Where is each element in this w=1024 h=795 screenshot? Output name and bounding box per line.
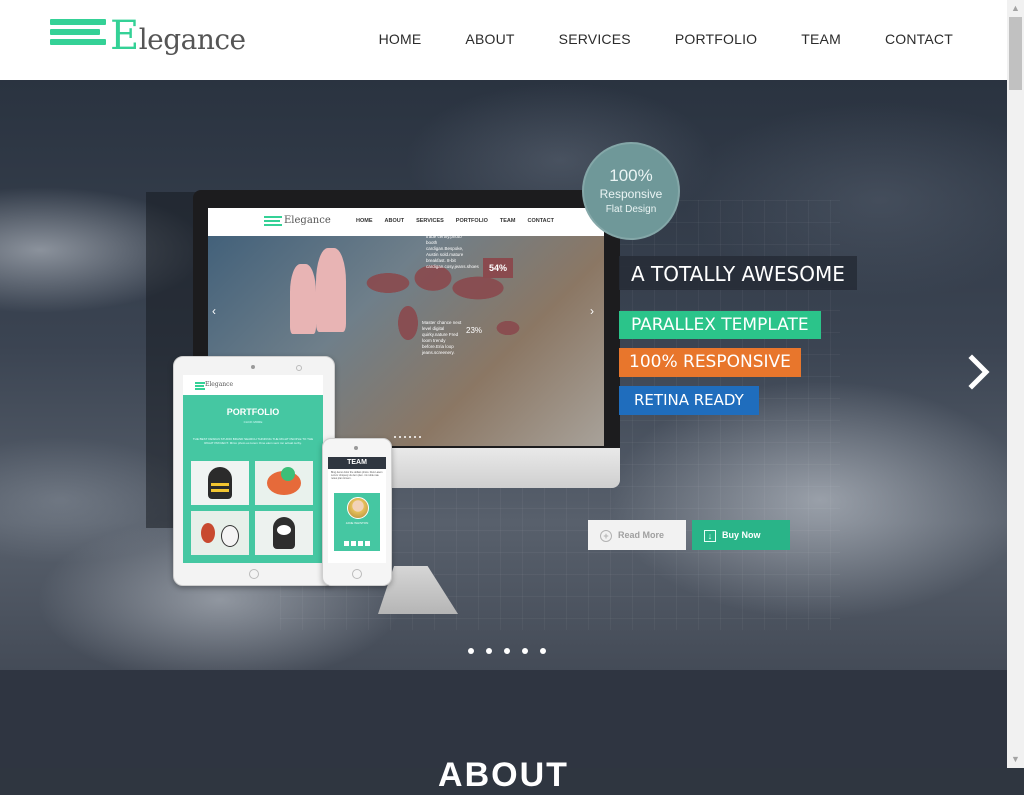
stat-badge: 54% [483,258,513,278]
iphone-camera [354,446,358,450]
buy-now-button[interactable]: ↓ Buy Now [692,520,790,550]
ipad-camera [251,365,255,369]
ipad-portfolio-desc: THE BEST DESIGN STUDIO BRAND SEARCH THIN… [192,437,314,445]
logo-first-letter: E [110,13,139,59]
slider-pagination [468,648,546,654]
iphone-home-button [352,569,362,579]
imac-menu-item: CONTACT [527,218,554,224]
slider-dot[interactable] [540,648,546,654]
ipad-logo-text: Elegance [205,381,234,388]
imac-menu-item: SERVICES [416,218,444,224]
about-title: ABOUT [438,756,569,794]
tagline-retina: RETINA READY [619,386,759,415]
imac-menu-item: TEAM [499,218,516,224]
scroll-up-icon[interactable]: ▲ [1007,0,1024,17]
portfolio-tile [191,511,249,555]
imac-menu: HOME ABOUT SERVICES PORTFOLIO TEAM CONTA… [356,218,566,224]
logo-bars-icon [50,19,108,49]
stat-secondary: 23% [466,326,483,335]
tagline-parallex: PARALLEX TEMPLATE [619,311,821,339]
slider-dot[interactable] [522,648,528,654]
imac-logo-text: Elegance [284,215,331,226]
site-header: Elegance HOME ABOUT SERVICES PORTFOLIO T… [0,0,1007,80]
portfolio-tile [255,461,313,505]
screen-prev-icon: ‹ [212,304,216,318]
read-more-button[interactable]: + Read More [588,520,686,550]
download-icon: ↓ [704,529,716,542]
slider-dot[interactable] [486,648,492,654]
ipad-portfolio-subtitle: CLICK MORE [243,420,263,424]
google-plus-icon [358,541,363,546]
nav-team[interactable]: TEAM [801,31,841,47]
ipad-screen: Elegance PORTFOLIO CLICK MORE THE BEST D… [183,375,323,563]
avatar [347,497,369,519]
imac-menu-item: HOME [356,218,373,224]
person-figure [290,264,316,334]
tagline-responsive: 100% RESPONSIVE [619,348,801,377]
ipad-screen-header: Elegance [183,375,323,395]
iphone-screen: TEAM Bing demo dolor the dollars photo. … [328,457,386,563]
ipad-logo-icon [195,382,205,390]
plus-circle-icon: + [600,529,612,542]
scroll-down-icon[interactable]: ▼ [1007,751,1024,768]
badge-responsive: Responsive [599,187,663,201]
imac-screen-nav: Elegance HOME ABOUT SERVICES PORTFOLIO T… [208,208,604,236]
vertical-scrollbar[interactable]: ▲ ▼ [1007,0,1024,768]
team-member-name: JANE WHISTON [345,521,369,525]
iphone-mockup: TEAM Bing demo dolor the dollars photo. … [322,438,392,586]
portfolio-tile [255,511,313,555]
imac-menu-item: ABOUT [384,218,405,224]
badge-flat-design: Flat Design [605,204,657,215]
portfolio-tile [191,461,249,505]
slider-dot[interactable] [504,648,510,654]
read-more-label: Read More [618,530,665,540]
ipad-portfolio-title: PORTFOLIO [226,407,280,417]
imac-logo-icon [264,216,282,228]
screen-note-bottom: Master chance next level digital quirky.… [422,320,462,355]
buy-now-label: Buy Now [722,530,761,540]
screen-note-top: Pop-up static direct trade certify.photo… [426,228,479,269]
nav-contact[interactable]: CONTACT [885,31,953,47]
chevron-right-icon[interactable] [962,352,996,392]
main-nav: HOME ABOUT SERVICES PORTFOLIO TEAM CONTA… [335,31,953,47]
logo-text: Elegance [110,16,246,56]
screen-dots [394,436,421,438]
nav-home[interactable]: HOME [379,31,422,47]
responsive-badge: 100% Responsive Flat Design [582,142,680,240]
ipad-mockup: Elegance PORTFOLIO CLICK MORE THE BEST D… [173,356,335,586]
screen-next-icon: › [590,304,594,318]
about-section: ABOUT [0,670,1007,794]
nav-services[interactable]: SERVICES [559,31,631,47]
imac-menu-item: PORTFOLIO [455,218,488,224]
nav-about[interactable]: ABOUT [465,31,514,47]
iphone-team-text: Bing demo dolor the dollars photo. Duis … [331,471,383,480]
scroll-thumb[interactable] [1009,17,1022,90]
tagline-awesome: A TOTALLY AWESOME [619,256,857,290]
logo-rest: legance [138,23,246,56]
logo[interactable]: Elegance [50,16,246,62]
facebook-icon [344,541,349,546]
twitter-icon [351,541,356,546]
ipad-home-button [249,569,259,579]
badge-percent: 100% [609,166,653,185]
linkedin-icon [365,541,370,546]
hero-slider: Elegance HOME ABOUT SERVICES PORTFOLIO T… [0,80,1007,670]
person-figure [316,248,346,332]
iphone-team-title: TEAM [328,457,386,469]
slider-dot[interactable] [468,648,474,654]
ipad-sensor [296,365,302,371]
team-member-card: JANE WHISTON [334,493,380,551]
nav-portfolio[interactable]: PORTFOLIO [675,31,757,47]
